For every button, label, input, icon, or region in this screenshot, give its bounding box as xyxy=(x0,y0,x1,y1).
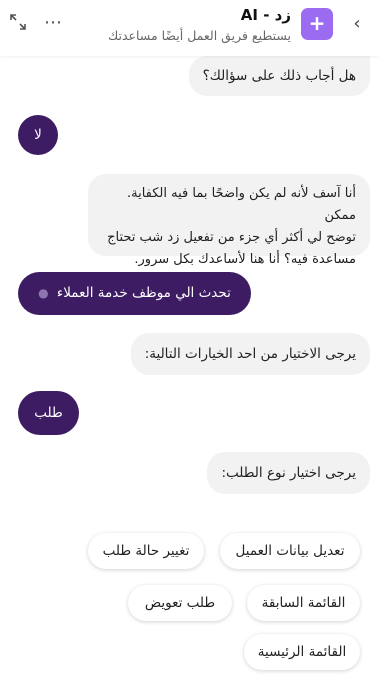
bot-message: هل أجاب ذلك على سؤالك؟ xyxy=(188,56,370,96)
message-line: أنا آسف لأنه لم يكن واضحًا بما فيه الكفا… xyxy=(126,186,356,223)
message-line: مساعدة فيه؟ أنا هنا لأساعدك بكل سرور. xyxy=(134,252,356,267)
bot-message: أنا آسف لأنه لم يكن واضحًا بما فيه الكفا… xyxy=(88,174,370,267)
chevron-left-icon[interactable]: ‹ xyxy=(349,14,365,34)
option-compensation-request[interactable]: طلب تعويض xyxy=(128,585,232,621)
chat-title: زد - AI xyxy=(240,6,291,24)
message-text: يرجى الاختيار من احد الخيارات التالية: xyxy=(144,346,356,362)
person-icon: ● xyxy=(38,286,49,300)
more-horizontal-icon[interactable]: ⋯ xyxy=(44,12,63,33)
option-previous-menu[interactable]: القائمة السابقة xyxy=(247,585,360,621)
chat-subtitle: يستطيع فريق العمل أيضًا مساعدتك xyxy=(107,28,291,43)
chat-header: ‹ + زد - AI يستطيع فريق العمل أيضًا مساع… xyxy=(0,0,379,56)
expand-icon[interactable] xyxy=(9,13,27,31)
message-text: طلب xyxy=(34,405,63,421)
user-message: تحدث الي موظف خدمة العملاء ● xyxy=(18,272,251,315)
bot-message: يرجى الاختيار من احد الخيارات التالية: xyxy=(130,333,370,375)
message-text: لا xyxy=(34,127,42,143)
user-message: لا xyxy=(18,115,58,155)
user-message: طلب xyxy=(18,391,79,435)
message-text: يرجى اختيار نوع الطلب: xyxy=(221,465,356,481)
message-text: هل أجاب ذلك على سؤالك؟ xyxy=(202,68,356,84)
option-main-menu[interactable]: القائمة الرئيسية xyxy=(244,634,360,670)
message-text: تحدث الي موظف خدمة العملاء xyxy=(56,285,231,301)
option-change-order-status[interactable]: تغيير حالة طلب xyxy=(88,533,204,569)
bot-logo: + xyxy=(301,8,333,40)
bot-message: يرجى اختيار نوع الطلب: xyxy=(207,452,370,494)
message-line: توضح لي أكثر أي جزء من تفعيل زد شب تحتاج xyxy=(107,230,356,245)
option-edit-customer[interactable]: تعديل بيانات العميل xyxy=(220,533,360,569)
